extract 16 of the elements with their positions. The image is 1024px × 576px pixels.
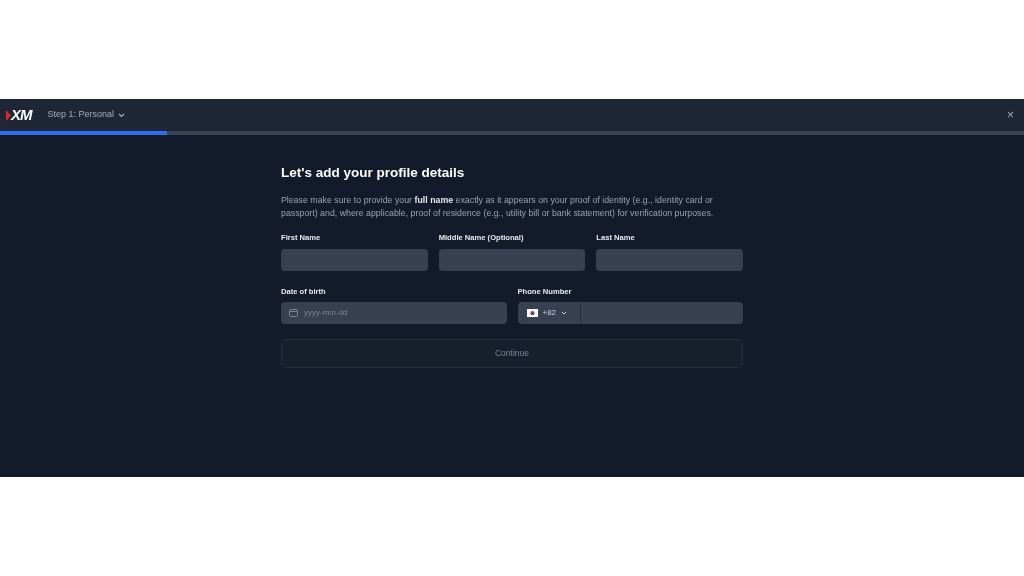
country-code: +82: [542, 306, 557, 319]
country-code-select[interactable]: +82: [517, 301, 581, 324]
calendar-icon: [289, 308, 298, 318]
logo: XM: [11, 104, 32, 125]
logo-mark-icon: [6, 109, 11, 121]
text-field[interactable]: [596, 248, 743, 271]
chevron-down-icon: [118, 112, 126, 118]
step-dropdown[interactable]: Step 1: Personal: [47, 108, 126, 122]
phone-field[interactable]: [580, 301, 743, 324]
instructions-text: Please make sure to provide your full name exactly as it appears on your proof of identity (e.g., identity card or passport) and, where applicable, proof of residence (e.g., utility bill or bank statement) for verification purposes.: [281, 194, 715, 221]
text-field[interactable]: [281, 248, 428, 271]
text-field[interactable]: [438, 248, 586, 271]
close-button[interactable]: ×: [1005, 109, 1016, 121]
flag-icon: [526, 308, 538, 317]
page-title: Let's add your profile details: [281, 165, 466, 182]
chevron-down-icon: [561, 310, 568, 315]
